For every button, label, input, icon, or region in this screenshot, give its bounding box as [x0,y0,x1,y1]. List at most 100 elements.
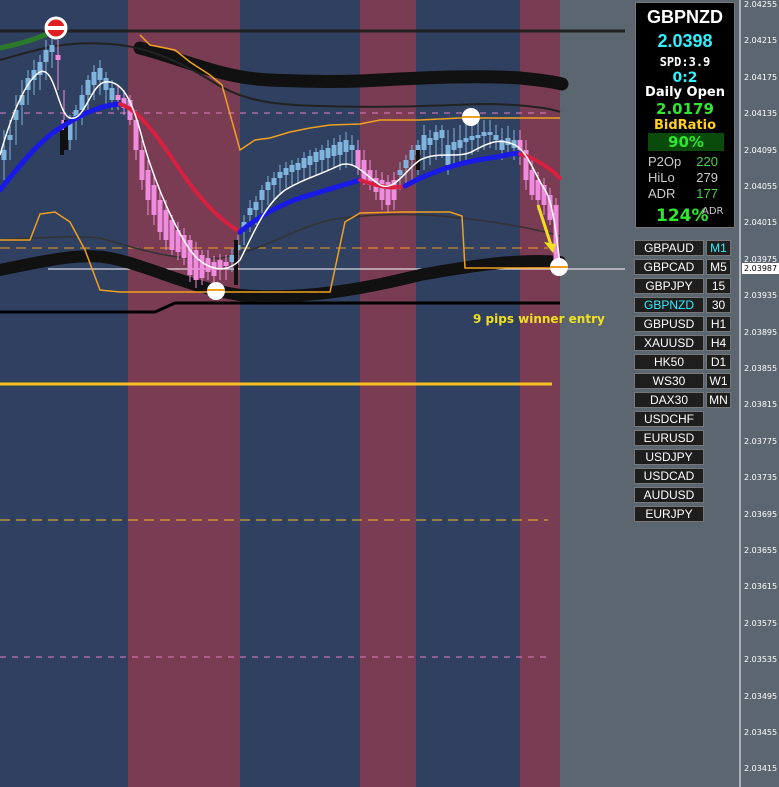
session-band-blue [240,0,360,787]
symbol-button-dax30[interactable]: DAX30 [634,392,704,408]
bull-candle-body [409,150,415,160]
bull-candle-body [301,158,307,168]
adr-suffix: ADR [702,206,724,217]
timeframe-button-15[interactable]: 15 [706,278,731,294]
timeframe-button-m5[interactable]: M5 [706,259,731,275]
symbol-button-hk50[interactable]: HK50 [634,354,704,370]
timeframe-button-m1[interactable]: M1 [706,240,731,256]
trading-chart-window: GBPNZD 2.0398 SPD:3.9 0:2 Daily Open 2.0… [0,0,779,787]
timeframe-button-h1[interactable]: H1 [706,316,731,332]
bull-candle-body [451,142,457,150]
p2op-value: 220 [696,154,718,169]
bull-candle-body [469,136,475,140]
bull-candle-body [349,145,355,150]
spread-value: SPD:3.9 [659,55,711,69]
timeframe-button-30[interactable]: 30 [706,297,731,313]
bear-candle-body [199,255,205,278]
bear-candle-body [55,55,61,60]
symbol-button-gbpusd[interactable]: GBPUSD [634,316,704,332]
symbol-button-gbpaud[interactable]: GBPAUD [634,240,704,256]
bear-candle-body [115,95,121,100]
price-axis-label: 2.03495 [744,691,778,701]
bear-candle-body [187,240,193,275]
adr-row: ADR 177 [636,186,734,202]
timeframe-button-mn[interactable]: MN [706,392,731,408]
bull-candle-body [295,163,301,170]
bull-candle-body [439,130,445,138]
timeframe-button-h4[interactable]: H4 [706,335,731,351]
price-axis-label: 2.03935 [744,291,778,301]
price-axis-label: 2.03735 [744,473,778,483]
symbol-button-usdjpy[interactable]: USDJPY [634,449,704,465]
symbol-button-usdcad[interactable]: USDCAD [634,468,704,484]
symbol-button-gbpcad[interactable]: GBPCAD [634,259,704,275]
price-axis-label: 2.04095 [744,145,778,155]
bull-candle-body [289,165,295,172]
adr-value: 177 [696,186,718,201]
hilo-label: HiLo [648,170,675,185]
bull-candle-body [271,178,277,185]
bull-candle-body [475,135,481,138]
bull-candle-body [319,150,325,160]
bull-candle-body [403,160,409,168]
daily-open-value: 2.0179 [656,100,714,118]
price-axis-label: 2.03775 [744,436,778,446]
symbol-button-audusd[interactable]: AUDUSD [634,487,704,503]
bull-candle-body [91,72,97,85]
daily-open-label: Daily Open [645,85,725,100]
bull-candle-body [43,50,49,62]
bull-candle-body [103,78,109,90]
bull-candle-body [457,140,463,148]
ratio-value: 0:2 [672,70,698,86]
session-band-red [128,0,240,787]
price-axis-label: 2.03615 [744,582,778,592]
bull-candle-body [307,156,313,165]
symbol-button-gbpnzd[interactable]: GBPNZD [634,297,704,313]
symbol-button-eurusd[interactable]: EURUSD [634,430,704,446]
bull-candle-body [253,202,259,210]
symbol-button-gbpjpy[interactable]: GBPJPY [634,278,704,294]
price-axis-label: 2.03415 [744,764,778,774]
bear-candle-body [169,220,175,250]
p2op-row: P2Op 220 [636,154,734,170]
current-price: 2.0398 [657,31,713,51]
bear-candle-body [223,262,229,266]
bull-candle-body [259,190,265,200]
p2op-label: P2Op [648,154,682,169]
bear-candle-body [355,150,361,168]
bear-candle-body [139,150,145,180]
symbol-button-ws30[interactable]: WS30 [634,373,704,389]
bull-candle-body [109,88,115,100]
adr-label: ADR [648,186,676,201]
bull-candle-body [433,132,439,140]
symbol-button-eurjpy[interactable]: EURJPY [634,506,704,522]
bull-candle-body [337,142,343,155]
bull-candle-body [1,150,7,160]
bull-candle-body [283,168,289,175]
bull-candle-body [247,208,253,215]
bull-candle-body [427,138,433,145]
bull-candle-body [229,255,235,262]
price-axis-label: 2.03895 [744,327,778,337]
bear-candle-body [145,170,151,200]
symbol-button-xauusd[interactable]: XAUUSD [634,335,704,351]
annotation-text: 9 pips winner entry [473,312,605,326]
bull-candle-body [331,145,337,156]
timeframe-button-w1[interactable]: W1 [706,373,731,389]
price-axis-label: 2.03855 [744,364,778,373]
sell-signal-bar [46,26,66,30]
bear-candle-body [163,210,169,240]
bid-ratio-label: BidRatio [653,118,717,133]
bull-candle-body [343,140,349,152]
hilo-row: HiLo 279 [636,170,734,186]
symbol-button-usdchf[interactable]: USDCHF [634,411,704,427]
bull-candle-body [49,45,55,52]
current-price-tag: 2.03987 [742,263,779,274]
timeframe-button-d1[interactable]: D1 [706,354,731,370]
bull-candle-body [265,182,271,190]
bear-candle-body [361,160,367,180]
bull-candle-body [97,68,103,80]
price-axis-label: 2.04015 [744,218,778,228]
symbol-title: GBPNZD [647,7,723,27]
price-axis-label: 2.03655 [744,546,778,555]
